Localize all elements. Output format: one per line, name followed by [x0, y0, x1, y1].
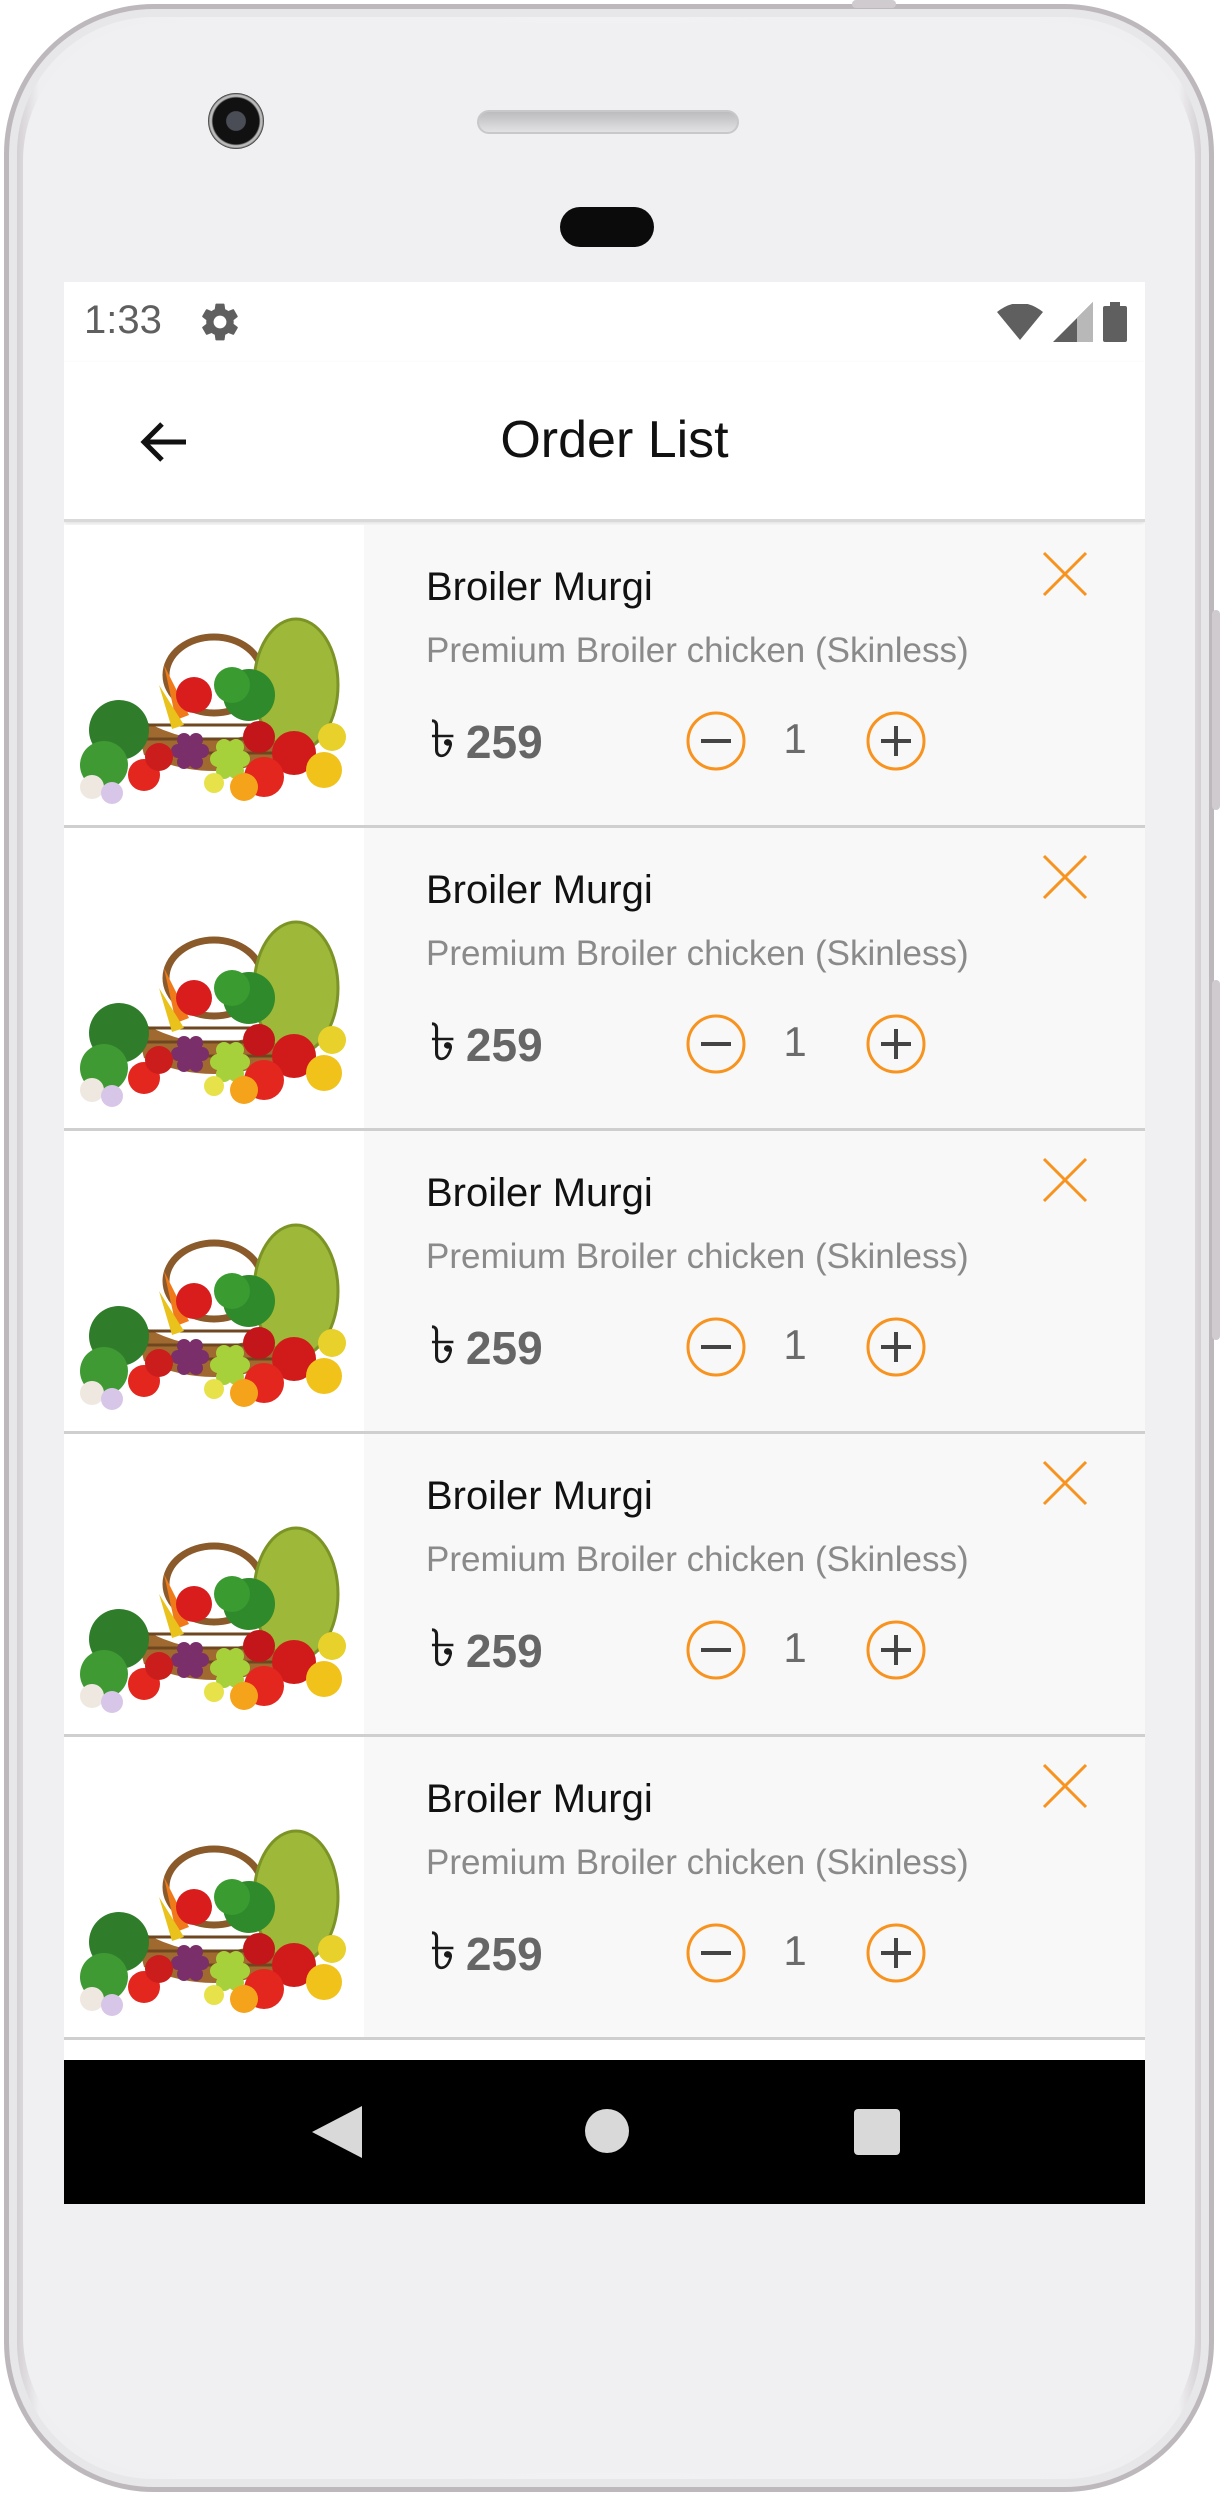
nav-back-icon[interactable]: [312, 2106, 362, 2158]
product-description: Premium Broiler chicken (Skinless): [426, 1843, 969, 1882]
order-item: Broiler Murgi Premium Broiler chicken (S…: [64, 1131, 1145, 1434]
nav-home-icon[interactable]: [585, 2109, 629, 2153]
product-image: [64, 1434, 364, 1734]
volume-button: [1212, 610, 1220, 810]
product-price: ৳ 259: [430, 1013, 543, 1077]
increase-quantity-button[interactable]: [865, 1619, 927, 1681]
status-bar: 1:33: [64, 282, 1145, 362]
front-camera: [208, 93, 264, 149]
product-image: [64, 1131, 364, 1431]
product-description: Premium Broiler chicken (Skinless): [426, 934, 969, 973]
decrease-quantity-button[interactable]: [685, 710, 747, 772]
quantity-value: 1: [783, 1321, 807, 1368]
increase-quantity-button[interactable]: [865, 1013, 927, 1075]
price-value: 259: [465, 716, 543, 768]
signal-icon: [1053, 302, 1093, 342]
quantity-value: 1: [783, 1624, 807, 1671]
product-name: Broiler Murgi: [426, 565, 653, 609]
page-title: Order List: [500, 411, 729, 469]
increase-quantity-button[interactable]: [865, 1922, 927, 1984]
price-value: 259: [465, 1625, 543, 1677]
order-list: Broiler Murgi Premium Broiler chicken (S…: [64, 525, 1145, 2040]
product-price: ৳ 259: [430, 1316, 543, 1380]
status-time: 1:33: [84, 298, 162, 342]
remove-item-button[interactable]: [1040, 1155, 1090, 1205]
product-name: Broiler Murgi: [426, 1171, 653, 1215]
app-bar: Order List: [64, 362, 1145, 522]
decrease-quantity-button[interactable]: [685, 1013, 747, 1075]
order-item: Broiler Murgi Premium Broiler chicken (S…: [64, 1434, 1145, 1737]
order-item: Broiler Murgi Premium Broiler chicken (S…: [64, 828, 1145, 1131]
price-value: 259: [465, 1928, 543, 1980]
product-description: Premium Broiler chicken (Skinless): [426, 1237, 969, 1276]
product-image: [64, 828, 364, 1128]
price-value: 259: [465, 1322, 543, 1374]
decrease-quantity-button[interactable]: [685, 1316, 747, 1378]
top-button: [852, 0, 896, 8]
product-name: Broiler Murgi: [426, 1777, 653, 1821]
product-price: ৳ 259: [430, 1619, 543, 1683]
navigation-bar: [64, 2060, 1145, 2204]
taka-icon: ৳: [430, 1315, 456, 1376]
decrease-quantity-button[interactable]: [685, 1619, 747, 1681]
decrease-quantity-button[interactable]: [685, 1922, 747, 1984]
taka-icon: ৳: [430, 1921, 456, 1982]
product-description: Premium Broiler chicken (Skinless): [426, 631, 969, 670]
increase-quantity-button[interactable]: [865, 710, 927, 772]
taka-icon: ৳: [430, 709, 456, 770]
order-item: Broiler Murgi Premium Broiler chicken (S…: [64, 1737, 1145, 2040]
price-value: 259: [465, 1019, 543, 1071]
product-price: ৳ 259: [430, 1922, 543, 1986]
product-image: [64, 1737, 364, 2037]
proximity-sensor: [560, 207, 654, 247]
remove-item-button[interactable]: [1040, 1761, 1090, 1811]
taka-icon: ৳: [430, 1618, 456, 1679]
quantity-value: 1: [783, 1927, 807, 1974]
product-price: ৳ 259: [430, 710, 543, 774]
product-image: [64, 525, 364, 825]
screen: 1:33 Order List Broiler Murgi Premium Br…: [64, 282, 1145, 2204]
quantity-value: 1: [783, 1018, 807, 1065]
remove-item-button[interactable]: [1040, 852, 1090, 902]
taka-icon: ৳: [430, 1012, 456, 1073]
remove-item-button[interactable]: [1040, 1458, 1090, 1508]
status-icons: [997, 300, 1127, 344]
nav-recents-icon[interactable]: [854, 2109, 900, 2155]
earpiece-speaker: [477, 110, 739, 134]
product-description: Premium Broiler chicken (Skinless): [426, 1540, 969, 1579]
battery-icon: [1103, 302, 1127, 342]
product-name: Broiler Murgi: [426, 1474, 653, 1518]
gear-icon: [202, 303, 238, 341]
quantity-value: 1: [783, 715, 807, 762]
increase-quantity-button[interactable]: [865, 1316, 927, 1378]
order-item: Broiler Murgi Premium Broiler chicken (S…: [64, 525, 1145, 828]
product-name: Broiler Murgi: [426, 868, 653, 912]
remove-item-button[interactable]: [1040, 549, 1090, 599]
wifi-icon: [997, 304, 1043, 340]
power-button: [1212, 980, 1220, 1340]
